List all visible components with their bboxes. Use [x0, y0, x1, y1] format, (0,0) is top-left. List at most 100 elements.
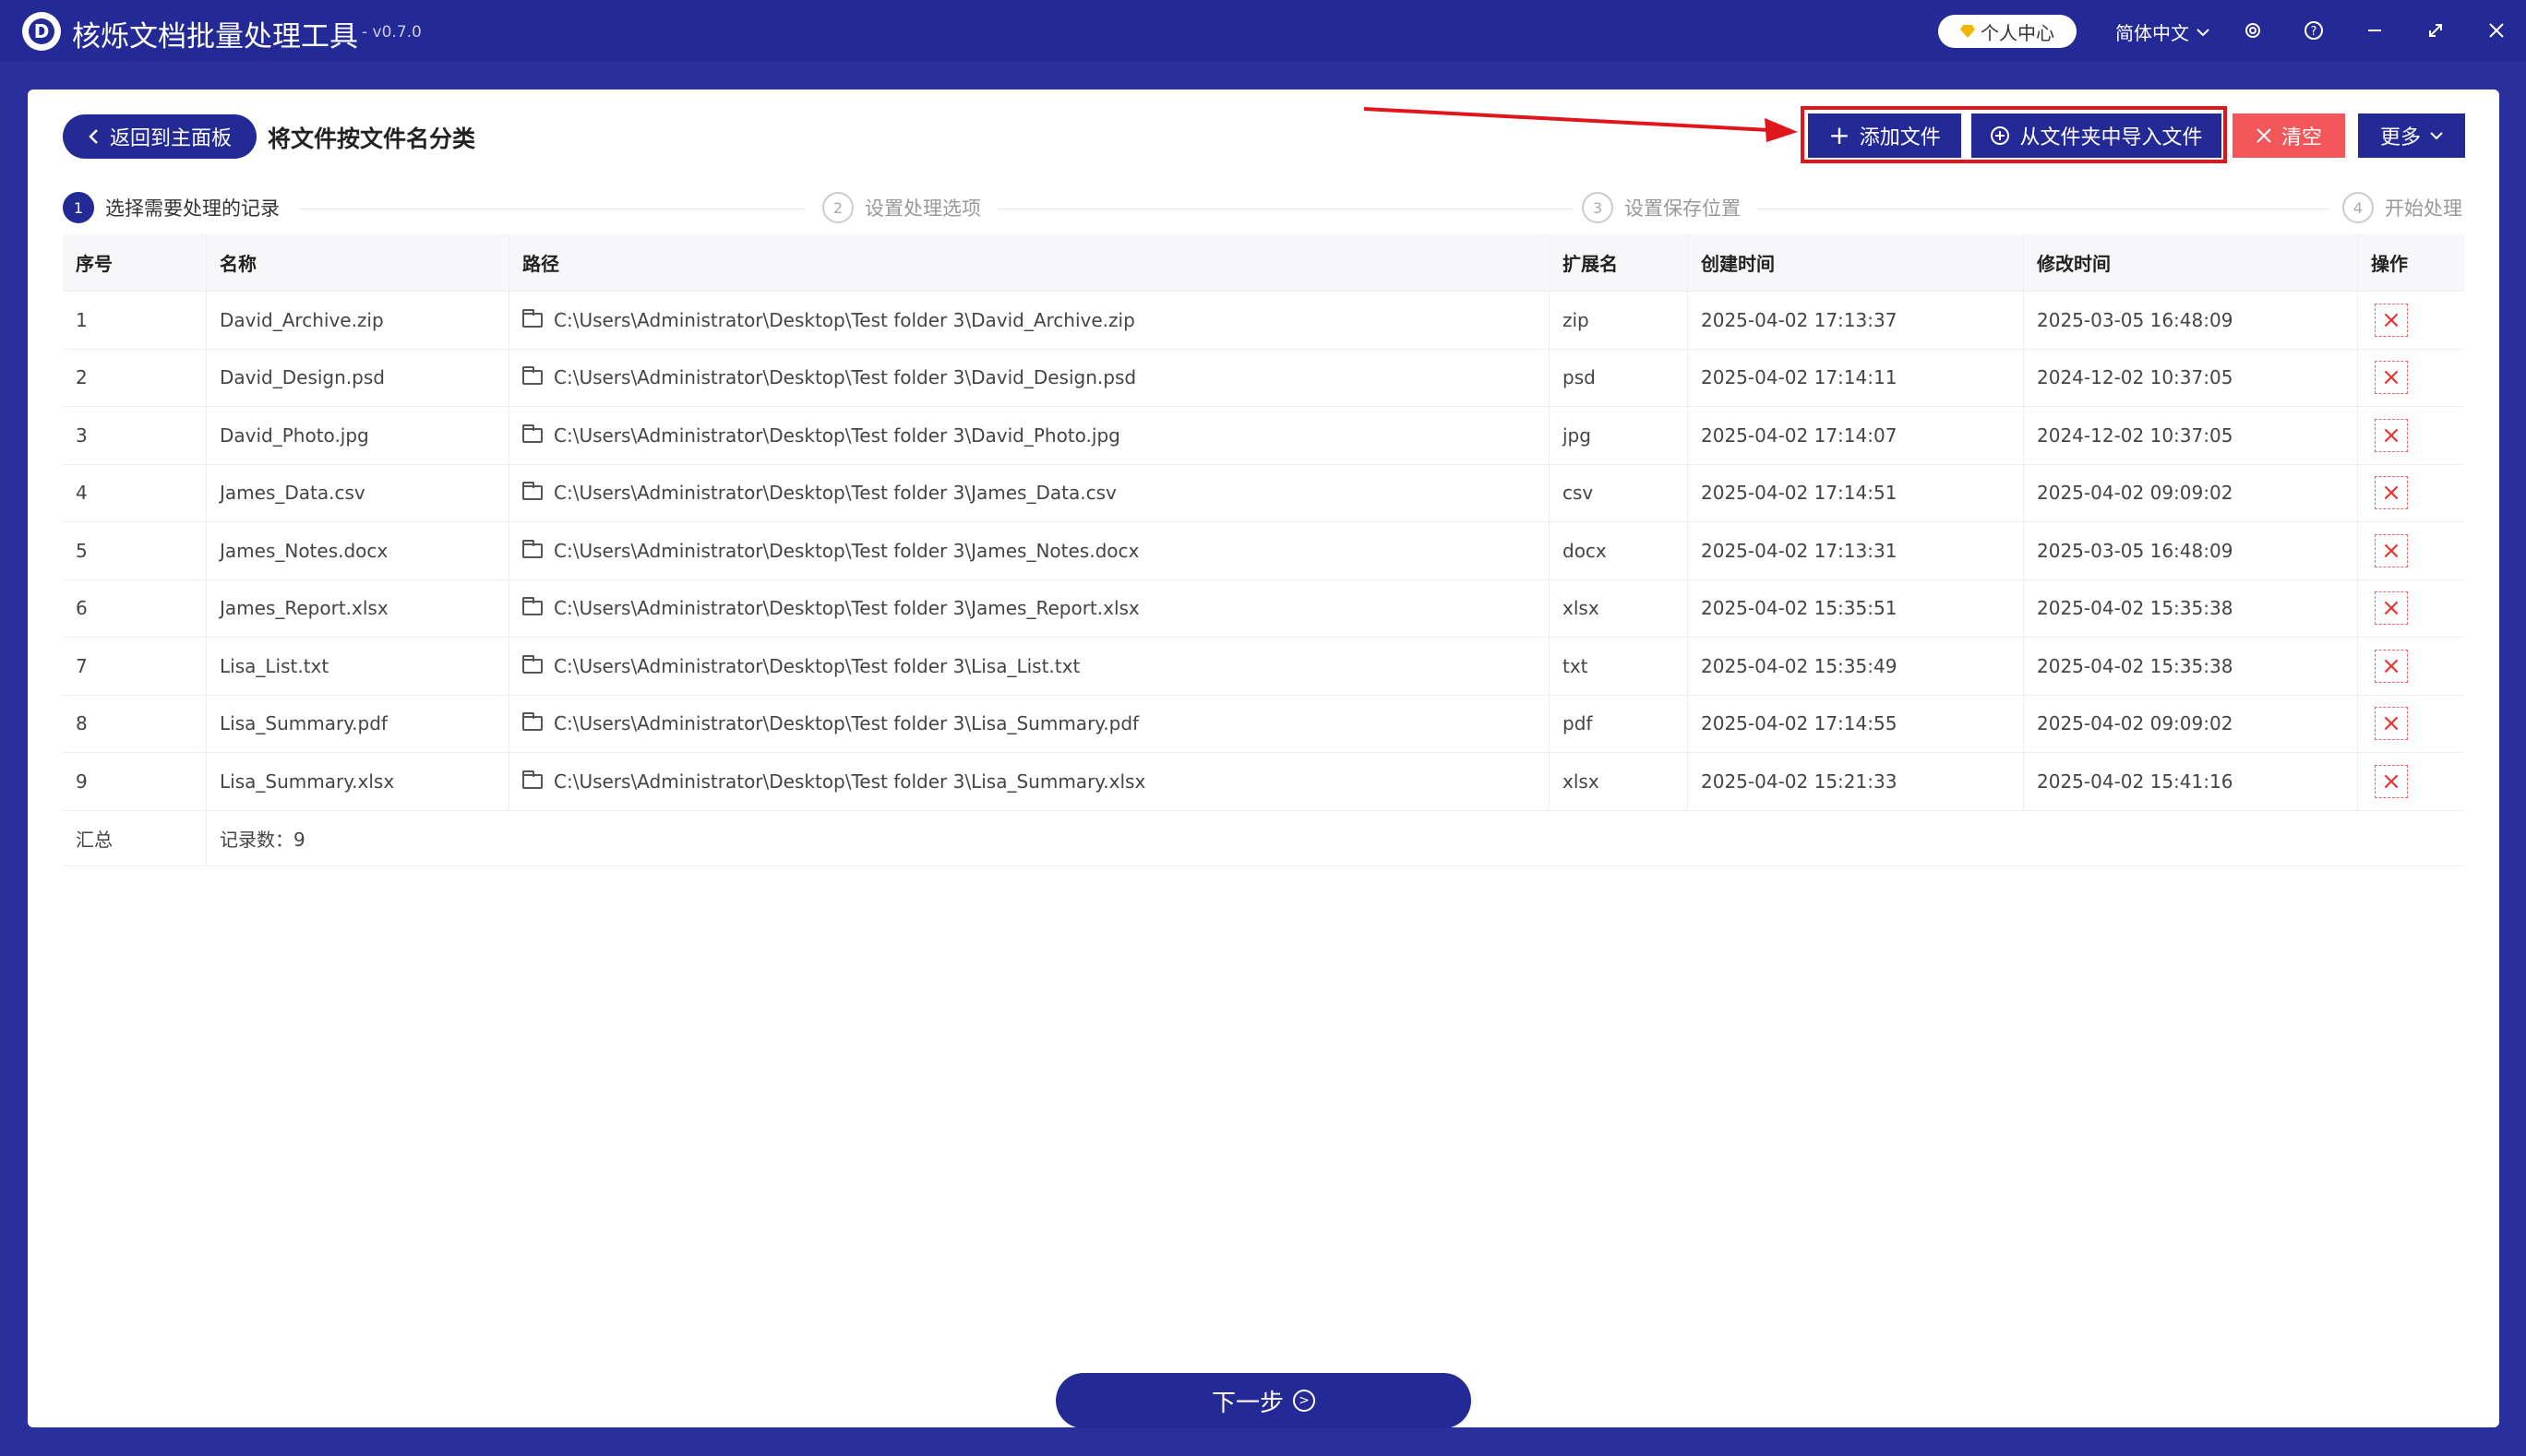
close-icon: [2257, 128, 2271, 143]
row-index: 7: [63, 638, 207, 695]
folder-icon[interactable]: [522, 308, 543, 328]
file-extension: xlsx: [1550, 753, 1688, 810]
actions-cell: ×: [2358, 292, 2464, 349]
table-row[interactable]: 4 James_Data.csv C:\Users\Administrator\De…: [63, 464, 2464, 522]
add-file-label: 添加文件: [1859, 126, 1941, 149]
close-icon[interactable]: [2483, 17, 2510, 44]
import-folder-button[interactable]: 从文件夹中导入文件: [1971, 113, 2221, 158]
file-path-cell[interactable]: C:\Users\Administrator\Desktop\Test fold…: [509, 464, 1550, 521]
user-center-button[interactable]: 个人中心: [1938, 15, 2077, 48]
row-index: 3: [63, 407, 207, 464]
folder-icon[interactable]: [522, 482, 543, 501]
delete-row-button[interactable]: ×: [2375, 764, 2408, 798]
delete-row-button[interactable]: ×: [2375, 361, 2408, 395]
file-path: C:\Users\Administrator\Desktop\Test fold…: [554, 424, 1120, 447]
delete-row-button[interactable]: ×: [2375, 591, 2408, 626]
file-path: C:\Users\Administrator\Desktop\Test fold…: [554, 482, 1117, 505]
more-label: 更多: [2379, 126, 2421, 149]
file-path-cell[interactable]: C:\Users\Administrator\Desktop\Test fold…: [509, 579, 1550, 637]
maximize-icon[interactable]: [2422, 17, 2449, 44]
step-label: 设置保存位置: [1624, 197, 1741, 220]
language-label: 简体中文: [2115, 22, 2189, 44]
summary-row: 汇总 记录数：9: [63, 810, 2464, 866]
more-button[interactable]: 更多: [2358, 113, 2465, 158]
step-number: 3: [1582, 192, 1613, 223]
table-row[interactable]: 3 David_Photo.jpg C:\Users\Administrator\D…: [63, 407, 2464, 465]
help-icon[interactable]: ?: [2300, 17, 2328, 44]
file-extension: jpg: [1550, 407, 1688, 464]
add-file-button[interactable]: + 添加文件: [1808, 113, 1961, 158]
modified-time: 2025-04-02 15:35:38: [2024, 638, 2358, 695]
header-name[interactable]: 名称: [207, 234, 509, 291]
header-index[interactable]: 序号: [63, 234, 207, 291]
step-number: 2: [822, 192, 854, 223]
row-index: 8: [63, 695, 207, 752]
table-row[interactable]: 7 Lisa_List.txt C:\Users\Administrator\Des…: [63, 638, 2464, 696]
file-name: James_Data.csv: [207, 464, 509, 521]
back-to-main-button[interactable]: 返回到主面板: [63, 114, 257, 159]
svg-text:?: ?: [2311, 25, 2317, 39]
folder-icon[interactable]: [522, 654, 543, 674]
table-row[interactable]: 1 David_Archive.zip C:\Users\Administrator…: [63, 292, 2464, 350]
delete-row-button[interactable]: ×: [2375, 707, 2408, 741]
language-select[interactable]: 简体中文: [2115, 18, 2209, 45]
file-table: 序号 名称 路径 扩展名 创建时间 修改时间 操作 1 David_Archive…: [63, 234, 2464, 866]
actions-cell: ×: [2358, 638, 2464, 695]
row-index: 1: [63, 292, 207, 349]
file-path: C:\Users\Administrator\Desktop\Test fold…: [554, 539, 1140, 562]
app-version: - v0.7.0: [362, 23, 422, 42]
folder-icon[interactable]: [522, 770, 543, 789]
modified-time: 2024-12-02 10:37:05: [2024, 349, 2358, 406]
file-path: C:\Users\Administrator\Desktop\Test fold…: [554, 597, 1140, 620]
user-center-label: 个人中心: [1981, 21, 2054, 44]
file-path-cell[interactable]: C:\Users\Administrator\Desktop\Test fold…: [509, 407, 1550, 464]
folder-icon[interactable]: [522, 539, 543, 558]
row-index: 4: [63, 464, 207, 521]
minimize-icon[interactable]: [2361, 17, 2388, 44]
folder-icon[interactable]: [522, 424, 543, 443]
table-row[interactable]: 9 Lisa_Summary.xlsx C:\Users\Administrator…: [63, 753, 2464, 811]
file-path-cell[interactable]: C:\Users\Administrator\Desktop\Test fold…: [509, 349, 1550, 406]
modified-time: 2025-04-02 09:09:02: [2024, 464, 2358, 521]
file-path: C:\Users\Administrator\Desktop\Test fold…: [554, 712, 1140, 735]
header-extension[interactable]: 扩展名: [1550, 234, 1688, 291]
delete-row-button[interactable]: ×: [2375, 533, 2408, 567]
modified-time: 2025-04-02 09:09:02: [2024, 695, 2358, 752]
table-row[interactable]: 6 James_Report.xlsx C:\Users\Administrator…: [63, 579, 2464, 638]
table-row[interactable]: 5 James_Notes.docx C:\Users\Administrator\…: [63, 522, 2464, 580]
file-name: David_Design.psd: [207, 349, 509, 406]
actions-cell: ×: [2358, 407, 2464, 464]
header-path[interactable]: 路径: [509, 234, 1550, 291]
file-path-cell[interactable]: C:\Users\Administrator\Desktop\Test fold…: [509, 753, 1550, 810]
step-4: 4 开始处理: [2342, 192, 2462, 223]
delete-row-button[interactable]: ×: [2375, 418, 2408, 452]
header-created[interactable]: 创建时间: [1688, 234, 2024, 291]
modified-time: 2025-03-05 16:48:09: [2024, 522, 2358, 579]
delete-row-button[interactable]: ×: [2375, 476, 2408, 510]
next-step-button[interactable]: 下一步 >: [1056, 1373, 1471, 1428]
folder-icon[interactable]: [522, 366, 543, 386]
gear-icon[interactable]: [2239, 17, 2267, 44]
delete-row-button[interactable]: ×: [2375, 649, 2408, 683]
file-path-cell[interactable]: C:\Users\Administrator\Desktop\Test fold…: [509, 638, 1550, 695]
header-actions: 操作: [2371, 253, 2408, 275]
folder-icon[interactable]: [522, 597, 543, 616]
clear-button[interactable]: 清空: [2233, 113, 2345, 158]
step-number: 1: [63, 192, 94, 223]
delete-row-button[interactable]: ×: [2375, 303, 2408, 337]
created-time: 2025-04-02 17:14:11: [1688, 349, 2024, 406]
row-index: 6: [63, 579, 207, 637]
file-path-cell[interactable]: C:\Users\Administrator\Desktop\Test fold…: [509, 695, 1550, 752]
table-row[interactable]: 8 Lisa_Summary.pdf C:\Users\Administrator\…: [63, 695, 2464, 753]
app-title: 核烁文档批量处理工具: [72, 20, 358, 54]
file-extension: psd: [1550, 349, 1688, 406]
table-body: 1 David_Archive.zip C:\Users\Administrator…: [63, 292, 2464, 811]
file-path-cell[interactable]: C:\Users\Administrator\Desktop\Test fold…: [509, 292, 1550, 349]
folder-icon[interactable]: [522, 712, 543, 732]
table-row[interactable]: 2 David_Design.psd C:\Users\Administrator\…: [63, 349, 2464, 407]
row-index: 9: [63, 753, 207, 810]
file-path-cell[interactable]: C:\Users\Administrator\Desktop\Test fold…: [509, 522, 1550, 579]
modified-time: 2025-04-02 15:35:38: [2024, 579, 2358, 637]
summary-label: 汇总: [63, 810, 207, 865]
header-modified[interactable]: 修改时间: [2024, 234, 2358, 291]
